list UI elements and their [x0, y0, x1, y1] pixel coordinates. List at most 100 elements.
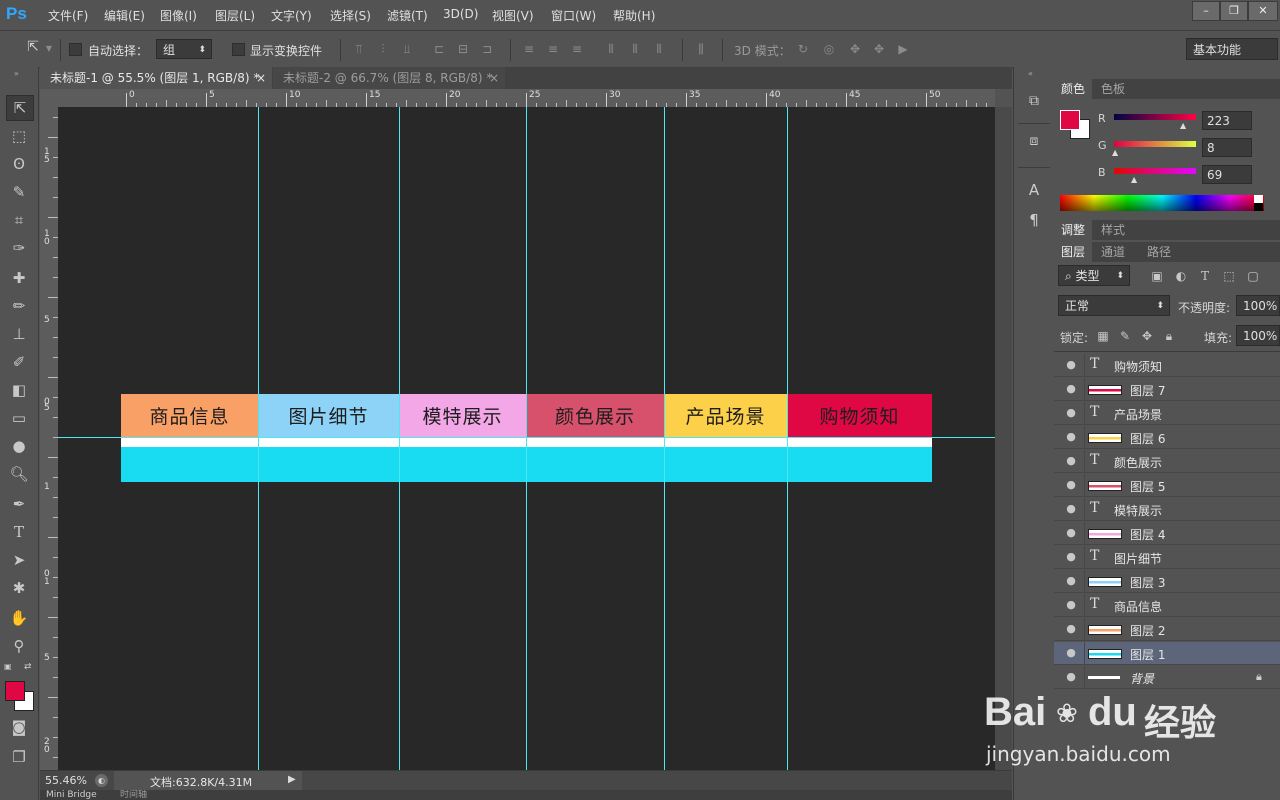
layer-row[interactable]: ● 图层 2: [1054, 618, 1280, 641]
layer-row[interactable]: ● 图层 6: [1054, 426, 1280, 449]
move-tool-icon[interactable]: ⇱: [6, 95, 34, 121]
distribute-top-icon[interactable]: ≡: [522, 42, 536, 56]
eye-icon[interactable]: ●: [1064, 503, 1078, 515]
align-top-icon[interactable]: ⫪: [352, 42, 366, 56]
distribute-vcenter-icon[interactable]: ≡: [546, 42, 560, 56]
type-tool-icon[interactable]: T: [6, 520, 32, 544]
layer-row[interactable]: ● 图层 5: [1054, 474, 1280, 497]
g-slider[interactable]: [1114, 141, 1196, 147]
tab-document-1[interactable]: 未标题-1 @ 55.5% (图层 1, RGB/8) * ×: [40, 67, 272, 89]
vertical-ruler[interactable]: 1510505101520: [40, 107, 59, 770]
menu-select[interactable]: 选择(S): [330, 7, 371, 24]
tab-paths[interactable]: 路径: [1140, 242, 1178, 262]
menu-view[interactable]: 视图(V): [492, 7, 534, 24]
align-bottom-icon[interactable]: ⫫: [400, 42, 414, 56]
b-slider[interactable]: [1114, 168, 1196, 174]
align-right-icon[interactable]: ⊐: [480, 42, 494, 56]
layer-row[interactable]: ● 图层 1: [1054, 642, 1280, 665]
foreground-color-swatch[interactable]: [5, 681, 25, 701]
pen-tool-icon[interactable]: ✒: [6, 492, 32, 516]
eye-icon[interactable]: ●: [1064, 479, 1078, 491]
restore-button[interactable]: ❐: [1220, 1, 1248, 21]
layer-filter-dropdown[interactable]: ⌕ 类型 ⬍: [1058, 265, 1130, 286]
eye-icon[interactable]: ●: [1064, 359, 1078, 371]
eye-icon[interactable]: ●: [1064, 599, 1078, 611]
tab-channels[interactable]: 通道: [1094, 242, 1132, 262]
menu-file[interactable]: 文件(F): [48, 7, 88, 24]
eye-icon[interactable]: ●: [1064, 431, 1078, 443]
eye-icon[interactable]: ●: [1064, 407, 1078, 419]
tab-close-icon[interactable]: ×: [489, 67, 499, 89]
zoom-tool-icon[interactable]: ⚲: [6, 634, 32, 658]
export-icon[interactable]: ◐: [95, 774, 108, 787]
spectrum-white[interactable]: [1254, 195, 1263, 203]
3d-rotate-icon[interactable]: ↻: [796, 42, 810, 56]
layer-row[interactable]: ● 图层 7: [1054, 378, 1280, 401]
filter-smart-object-icon[interactable]: ▢: [1246, 269, 1260, 283]
minimize-button[interactable]: –: [1192, 1, 1220, 21]
opacity-field[interactable]: 100%: [1236, 295, 1280, 316]
guide-vertical[interactable]: [664, 107, 665, 770]
character-icon[interactable]: A: [1024, 181, 1044, 201]
blur-tool-icon[interactable]: ●: [6, 434, 32, 458]
menu-layer[interactable]: 图层(L): [215, 7, 255, 24]
stamp-tool-icon[interactable]: ⊥: [6, 322, 32, 346]
menu-edit[interactable]: 编辑(E): [104, 7, 145, 24]
3d-pan-icon[interactable]: ✥: [848, 42, 862, 56]
shape-tool-icon[interactable]: ✱: [6, 576, 32, 600]
g-value-field[interactable]: 8: [1202, 138, 1252, 157]
guide-vertical[interactable]: [258, 107, 259, 770]
eye-icon[interactable]: ●: [1064, 671, 1078, 683]
tab-close-icon[interactable]: ×: [256, 67, 266, 89]
filter-type-icon[interactable]: T: [1198, 269, 1212, 283]
lock-all-icon[interactable]: 🔒︎: [1162, 329, 1176, 343]
fg-color-swatch[interactable]: [1060, 110, 1080, 130]
lock-transparent-icon[interactable]: ▦: [1096, 329, 1110, 343]
hand-tool-icon[interactable]: ✋: [6, 606, 32, 630]
layer-row[interactable]: ● T 模特展示: [1054, 498, 1280, 521]
filter-shape-icon[interactable]: ⬚: [1222, 269, 1236, 283]
align-left-icon[interactable]: ⊏: [432, 42, 446, 56]
align-vcenter-icon[interactable]: ⫶: [376, 42, 390, 56]
eye-icon[interactable]: ●: [1064, 647, 1078, 659]
tab-timeline[interactable]: 时间轴: [120, 790, 147, 800]
tab-document-2[interactable]: 未标题-2 @ 66.7% (图层 8, RGB/8) * ×: [273, 67, 505, 89]
properties-icon[interactable]: ⧈: [1024, 133, 1044, 153]
lasso-tool-icon[interactable]: ʘ: [6, 152, 32, 176]
distribute-hcenter-icon[interactable]: ⦀: [628, 42, 642, 56]
show-transform-checkbox[interactable]: [232, 43, 245, 56]
tab-swatches[interactable]: 色板: [1094, 79, 1132, 99]
auto-select-checkbox[interactable]: [69, 43, 82, 56]
3d-roll-icon[interactable]: ◎: [822, 42, 836, 56]
menu-image[interactable]: 图像(I): [160, 7, 197, 24]
layer-row[interactable]: ● 图层 4: [1054, 522, 1280, 545]
layer-row[interactable]: ● T 商品信息: [1054, 594, 1280, 617]
tab-color[interactable]: 颜色: [1054, 79, 1093, 99]
paragraph-icon[interactable]: ¶: [1024, 211, 1044, 231]
eye-icon[interactable]: ●: [1064, 623, 1078, 635]
eyedropper-tool-icon[interactable]: ✑: [6, 236, 32, 260]
marquee-tool-icon[interactable]: ⬚: [6, 124, 32, 148]
r-slider[interactable]: [1114, 114, 1196, 120]
align-hcenter-icon[interactable]: ⊟: [456, 42, 470, 56]
collapse-arrows-icon[interactable]: »: [14, 69, 19, 78]
distribute-bottom-icon[interactable]: ≡: [570, 42, 584, 56]
eye-icon[interactable]: ●: [1064, 455, 1078, 467]
healing-brush-tool-icon[interactable]: ✚: [6, 266, 32, 290]
canvas-scrollbar[interactable]: [995, 107, 1012, 770]
document-canvas[interactable]: 商品信息 图片细节 模特展示 颜色展示 产品场景 购物须知: [58, 107, 995, 770]
history-brush-tool-icon[interactable]: ✐: [6, 350, 32, 374]
eye-icon[interactable]: ●: [1064, 551, 1078, 563]
menu-type[interactable]: 文字(Y): [271, 7, 312, 24]
dodge-tool-icon[interactable]: 🔍︎: [6, 462, 32, 486]
filter-pixel-icon[interactable]: ▣: [1150, 269, 1164, 283]
lock-image-icon[interactable]: ✎: [1118, 329, 1132, 343]
status-menu-arrow-icon[interactable]: ▶: [288, 774, 296, 785]
horizontal-ruler[interactable]: 0 5 10 15 20 25 30 35 40 45 50: [58, 89, 995, 108]
eye-icon[interactable]: ●: [1064, 575, 1078, 587]
default-colors-icon[interactable]: ▣: [4, 662, 12, 671]
layer-row[interactable]: ● 背景 🔒︎: [1054, 666, 1280, 689]
fill-field[interactable]: 100%: [1236, 325, 1280, 346]
tab-adjustments[interactable]: 调整: [1054, 220, 1093, 240]
distribute-right-icon[interactable]: ⦀: [652, 42, 666, 56]
